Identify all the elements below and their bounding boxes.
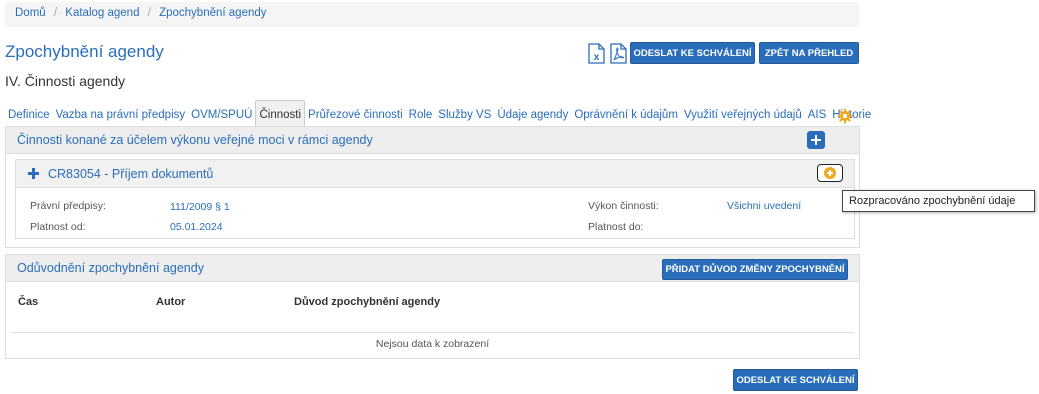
pdf-file-icon[interactable] — [608, 43, 628, 64]
add-reason-button[interactable]: PŘIDAT DŮVOD ZMĚNY ZPOCHYBNĚNÍ — [662, 259, 848, 280]
add-activity-button[interactable] — [807, 131, 825, 149]
tab-cinnosti[interactable]: Činnosti — [255, 100, 306, 126]
breadcrumb-home[interactable]: Domů — [15, 7, 46, 19]
tab-vyuziti-verejnych-udaju[interactable]: Využití veřejných údajů — [681, 100, 805, 126]
gear-icon[interactable] — [837, 108, 853, 124]
column-header-author[interactable]: Autor — [156, 296, 185, 308]
plus-circle-icon — [824, 167, 836, 179]
activity-card: CR83054 - Příjem dokumentů Právní předpi… — [15, 159, 855, 239]
valid-to-label: Platnost do: — [588, 221, 644, 233]
legal-regulations-value[interactable]: 111/2009 § 1 — [170, 201, 230, 213]
back-to-overview-button[interactable]: ZPĚT NA PŘEHLED — [759, 42, 859, 64]
tab-ais[interactable]: AIS — [805, 100, 830, 126]
breadcrumb-separator: / — [147, 7, 151, 19]
breadcrumb: Domů / Katalog agend / Zpochybnění agend… — [5, 2, 859, 27]
legal-regulations-label: Právní předpisy: — [30, 200, 106, 212]
status-tooltip: Rozpracováno zpochybnění údaje — [842, 190, 1035, 212]
challenge-status-button[interactable] — [817, 164, 843, 182]
expand-plus-icon[interactable] — [28, 168, 39, 179]
activities-panel-title: Činnosti konané za účelem výkonu veřejné… — [17, 133, 373, 147]
tab-sluzby-vs[interactable]: Služby VS — [435, 100, 494, 126]
submit-for-approval-bottom-button[interactable]: ODESLAT KE SCHVÁLENÍ — [733, 369, 858, 391]
tab-role[interactable]: Role — [406, 100, 436, 126]
excel-file-icon[interactable]: x — [586, 43, 606, 64]
breadcrumb-current[interactable]: Zpochybnění agendy — [159, 7, 266, 19]
breadcrumb-catalog[interactable]: Katalog agend — [65, 7, 139, 19]
submit-for-approval-button[interactable]: ODESLAT KE SCHVÁLENÍ — [630, 42, 755, 64]
tab-ovm-spuu[interactable]: OVM/SPUÚ — [188, 100, 255, 126]
column-header-time[interactable]: Čas — [18, 296, 38, 308]
tab-udaje-agendy[interactable]: Údaje agendy — [494, 100, 571, 126]
svg-text:x: x — [594, 52, 600, 63]
reasons-panel: Odůvodnění zpochybnění agendy PŘIDAT DŮV… — [5, 254, 860, 359]
table-divider — [11, 332, 854, 333]
execution-label: Výkon činnosti: — [588, 200, 659, 212]
column-header-reason[interactable]: Důvod zpochybnění agendy — [294, 296, 440, 308]
activity-title[interactable]: CR83054 - Příjem dokumentů — [48, 167, 213, 181]
page-title: Zpochybnění agendy — [5, 42, 164, 61]
activities-panel: Činnosti konané za účelem výkonu veřejné… — [5, 126, 860, 248]
section-title: IV. Činnosti agendy — [5, 73, 126, 89]
empty-table-message: Nejsou data k zobrazení — [375, 338, 490, 350]
tab-opravneni-k-udajum[interactable]: Oprávnění k údajům — [571, 100, 681, 126]
valid-from-label: Platnost od: — [30, 221, 86, 233]
tab-vazba-na-pravni-predpisy[interactable]: Vazba na právní předpisy — [53, 100, 189, 126]
activity-card-header[interactable]: CR83054 - Příjem dokumentů — [16, 160, 854, 188]
tab-prurezove-cinnosti[interactable]: Průřezové činnosti — [305, 100, 406, 126]
reasons-panel-title: Odůvodnění zpochybnění agendy — [17, 261, 204, 275]
breadcrumb-separator: / — [53, 7, 58, 19]
tab-definice[interactable]: Definice — [5, 100, 53, 126]
activities-panel-header: Činnosti konané za účelem výkonu veřejné… — [6, 127, 859, 154]
execution-value[interactable]: Všichni uvedení — [727, 200, 801, 212]
tab-bar: Definice Vazba na právní předpisy OVM/SP… — [5, 98, 871, 126]
valid-from-value: 05.01.2024 — [170, 221, 223, 233]
